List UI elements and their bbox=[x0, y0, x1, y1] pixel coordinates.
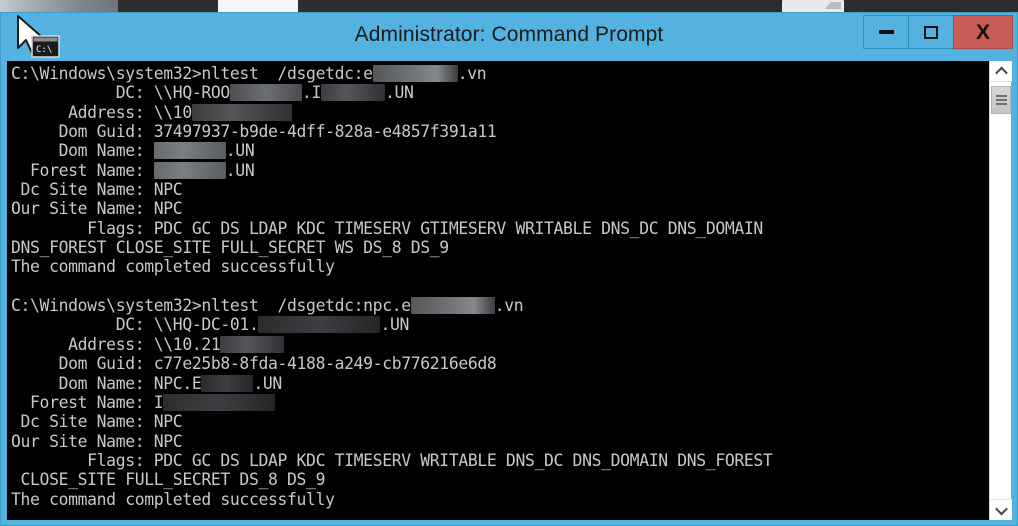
console-line: Forest Name: I bbox=[11, 393, 989, 412]
console-line: Address: \\10 bbox=[11, 103, 989, 122]
console-line: Flags: PDC GC DS LDAP KDC TIMESERV GTIME… bbox=[11, 219, 989, 238]
console-line: DC: \\HQ-DC-01. .UN bbox=[11, 315, 989, 334]
console-output[interactable]: C:\Windows\system32>nltest /dsgetdc:e .vn… bbox=[7, 61, 989, 520]
console-text: .UN bbox=[253, 373, 282, 393]
maximize-button[interactable] bbox=[908, 15, 954, 49]
console-text: Forest Name: bbox=[11, 160, 154, 180]
chevron-down-icon bbox=[994, 502, 1008, 515]
console-text: Address: \\10.21 bbox=[11, 334, 221, 354]
minimize-button[interactable] bbox=[863, 15, 909, 49]
window-titlebar[interactable]: Administrator: Command Prompt X bbox=[1, 13, 1017, 57]
scroll-down-button[interactable] bbox=[990, 499, 1012, 520]
console-text: .vn bbox=[494, 296, 524, 316]
redacted-block bbox=[201, 374, 254, 392]
console-text: Address: \\10 bbox=[11, 102, 192, 122]
console-text: .UN bbox=[384, 83, 414, 103]
console-text: Dc Site Name: NPC bbox=[11, 180, 183, 200]
console-text: Dom Name: bbox=[11, 141, 154, 161]
console-line: C:\Windows\system32>nltest /dsgetdc:e .vn bbox=[11, 64, 989, 83]
console-text: Dom Name: NPC.E bbox=[11, 373, 202, 393]
console-text: The command completed successfully bbox=[11, 257, 335, 277]
console-line: Dom Name: NPC.E .UN bbox=[11, 374, 989, 393]
console-scrollbar[interactable] bbox=[989, 61, 1012, 520]
window-controls: X bbox=[863, 15, 1013, 49]
scrollbar-grip-icon bbox=[996, 95, 1007, 106]
console-line: DC: \\HQ-ROO .I .UN bbox=[11, 83, 989, 102]
window-title: Administrator: Command Prompt bbox=[354, 23, 664, 46]
console-text: Our Site Name: NPC bbox=[11, 199, 183, 219]
console-line: Our Site Name: NPC bbox=[11, 432, 989, 451]
console-line: Address: \\10.21 bbox=[11, 335, 989, 354]
console-line: Dom Guid: 37497937-b9de-4dff-828a-e4857f… bbox=[11, 122, 989, 141]
redacted-block bbox=[191, 103, 292, 121]
redacted-block bbox=[229, 84, 302, 102]
scrollbar-track[interactable] bbox=[990, 82, 1011, 499]
console-text: Our Site Name: NPC bbox=[11, 431, 183, 451]
close-icon: X bbox=[975, 20, 990, 44]
redacted-block bbox=[372, 65, 458, 82]
console-text: DNS_FOREST CLOSE_SITE FULL_SECRET WS DS_… bbox=[11, 238, 449, 258]
redacted-block bbox=[153, 142, 226, 160]
scrollbar-thumb[interactable] bbox=[991, 86, 1011, 114]
console-line: Flags: PDC GC DS LDAP KDC TIMESERV WRITA… bbox=[11, 451, 989, 470]
console-text: The command completed successfully bbox=[11, 489, 335, 509]
console-line: Dc Site Name: NPC bbox=[11, 412, 989, 431]
command-prompt-window: Administrator: Command Prompt X C:\Windo… bbox=[0, 12, 1018, 526]
console-line: The command completed successfully bbox=[11, 490, 989, 509]
screen: Administrator: Command Prompt X C:\Windo… bbox=[0, 0, 1018, 526]
redacted-block bbox=[320, 84, 385, 102]
console-line: Dc Site Name: NPC bbox=[11, 180, 989, 199]
scroll-up-button[interactable] bbox=[990, 61, 1012, 82]
console-text: DC: \\HQ-ROO bbox=[11, 83, 231, 103]
redacted-block bbox=[163, 393, 276, 411]
console-text: .UN bbox=[380, 315, 410, 335]
console-text: DC: \\HQ-DC-01. bbox=[11, 315, 259, 335]
console-line: Dom Guid: c77e25b8-8fda-4188-a249-cb7762… bbox=[11, 354, 989, 373]
console-text: Dc Site Name: NPC bbox=[11, 412, 183, 432]
console-text: C:\Windows\system32>nltest /dsgetdc:e bbox=[11, 64, 373, 83]
redacted-block bbox=[410, 297, 495, 315]
redacted-block bbox=[220, 335, 285, 353]
console-text: .UN bbox=[225, 160, 255, 180]
console-line: C:\Windows\system32>nltest /dsgetdc:npc.… bbox=[11, 296, 989, 315]
console-text: Forest Name: I bbox=[11, 392, 164, 412]
console-text: .UN bbox=[225, 141, 255, 161]
console-text: C:\Windows\system32>nltest /dsgetdc:npc.… bbox=[11, 296, 411, 316]
console-text: .vn bbox=[457, 64, 487, 83]
console-line: Our Site Name: NPC bbox=[11, 199, 989, 218]
redacted-block bbox=[153, 161, 226, 179]
console-line: Dom Name: .UN bbox=[11, 141, 989, 160]
chevron-up-icon bbox=[994, 66, 1008, 79]
console-line: DNS_FOREST CLOSE_SITE FULL_SECRET WS DS_… bbox=[11, 238, 989, 257]
console-line: The command completed successfully bbox=[11, 257, 989, 276]
console-text: CLOSE_SITE FULL_SECRET DS_8 DS_9 bbox=[11, 470, 326, 490]
console-area: C:\Windows\system32>nltest /dsgetdc:e .vn… bbox=[7, 61, 1012, 520]
maximize-icon bbox=[924, 25, 938, 39]
console-text: .I bbox=[301, 83, 321, 103]
console-line: Forest Name: .UN bbox=[11, 161, 989, 180]
console-text: Dom Guid: 37497937-b9de-4dff-828a-e4857f… bbox=[11, 122, 497, 142]
console-line: CLOSE_SITE FULL_SECRET DS_8 DS_9 bbox=[11, 470, 989, 489]
console-text: Dom Guid: c77e25b8-8fda-4188-a249-cb7762… bbox=[11, 354, 497, 374]
redacted-block bbox=[258, 316, 381, 334]
console-text: Flags: PDC GC DS LDAP KDC TIMESERV GTIME… bbox=[11, 218, 763, 238]
minimize-icon bbox=[878, 30, 894, 34]
close-button[interactable]: X bbox=[953, 15, 1013, 49]
console-text: Flags: PDC GC DS LDAP KDC TIMESERV WRITA… bbox=[11, 450, 773, 470]
